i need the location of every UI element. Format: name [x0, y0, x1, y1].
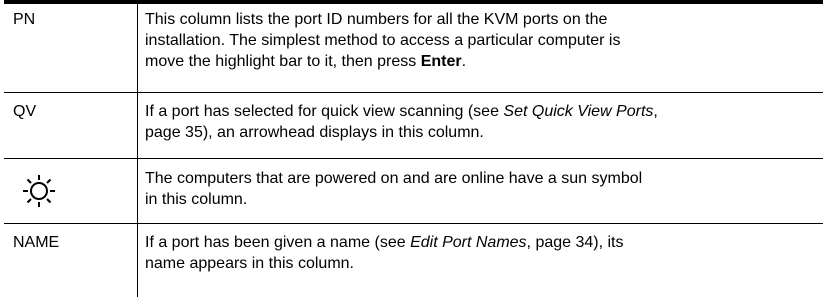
description-pn: This column lists the port ID numbers fo… — [145, 9, 815, 72]
bold-keyword: Enter — [420, 53, 462, 70]
column-divider — [137, 4, 138, 297]
table-row-pn: PN This column lists the port ID numbers… — [4, 4, 823, 93]
description-line: name appears in this column. — [145, 255, 354, 272]
text-run: , page 34), its — [526, 234, 624, 251]
text-run: , — [653, 103, 658, 120]
text-run: If a port has selected for quick view sc… — [145, 103, 504, 120]
table-row-name: NAME If a port has been given a name (se… — [4, 224, 823, 297]
term-pn: PN — [13, 11, 36, 28]
description-line: This column lists the port ID numbers fo… — [145, 11, 608, 28]
table-row-qv: QV If a port has selected for quick view… — [4, 93, 823, 159]
description-line: in this column. — [145, 191, 248, 208]
description-line: move the highlight bar to it, then press… — [145, 51, 815, 72]
table-row-sun: The computers that are powered on and ar… — [4, 159, 823, 224]
italic-reference: Set Quick View Ports — [503, 103, 654, 120]
description-line: installation. The simplest method to acc… — [145, 32, 621, 49]
description-qv: If a port has selected for quick view sc… — [145, 101, 815, 143]
description-line: If a port has been given a name (see Edi… — [145, 232, 815, 253]
description-line: page 35), an arrowhead displays in this … — [145, 124, 484, 141]
italic-reference: Edit Port Names — [410, 234, 527, 251]
sun-icon — [23, 175, 55, 207]
text-run: If a port has been given a name (see — [145, 234, 411, 251]
description-name: If a port has been given a name (see Edi… — [145, 232, 815, 274]
description-sun: The computers that are powered on and ar… — [145, 168, 815, 210]
text-run: move the highlight bar to it, then press — [145, 53, 421, 70]
term-qv: QV — [13, 103, 37, 120]
description-line: If a port has selected for quick view sc… — [145, 101, 815, 122]
text-run: . — [461, 53, 467, 70]
term-name: NAME — [13, 234, 60, 251]
description-line: The computers that are powered on and ar… — [145, 170, 643, 187]
